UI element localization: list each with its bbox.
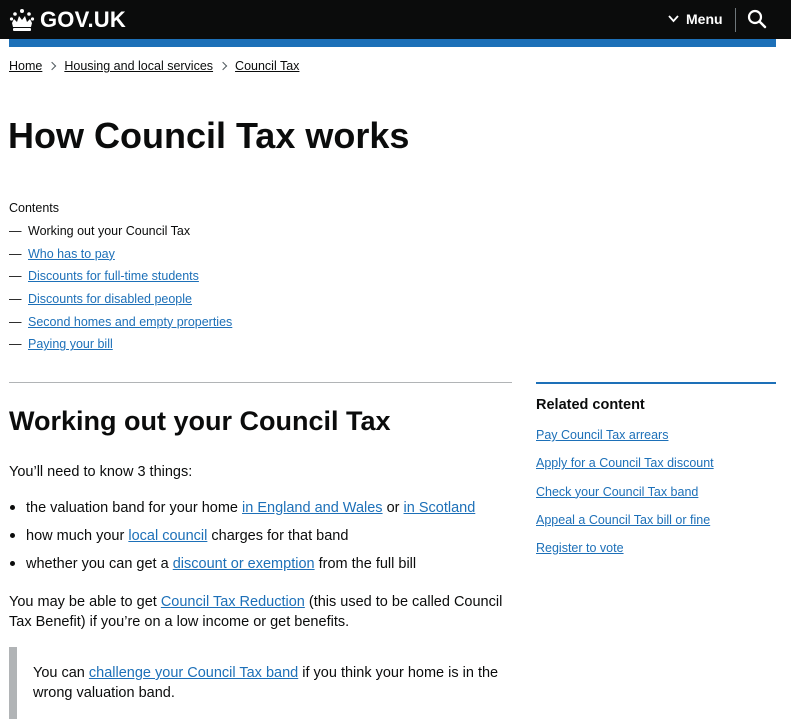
page-title: How Council Tax works xyxy=(8,115,410,156)
govuk-logo-link[interactable]: GOV.UK xyxy=(9,7,126,33)
related-link-check-band[interactable]: Check your Council Tax band xyxy=(536,485,698,499)
related-link-appeal[interactable]: Appeal a Council Tax bill or fine xyxy=(536,513,710,527)
contents-current: Working out your Council Tax xyxy=(28,224,191,238)
contents-link-who-has-to-pay[interactable]: Who has to pay xyxy=(28,247,115,261)
contents-link-students[interactable]: Discounts for full-time students xyxy=(28,269,199,283)
breadcrumb: Home Housing and local services Council … xyxy=(9,59,299,73)
intro-text: You’ll need to know 3 things: xyxy=(9,464,193,480)
menu-button[interactable]: Menu xyxy=(668,11,723,27)
contents-item: — Second homes and empty properties xyxy=(9,314,233,329)
contents-link-disabled[interactable]: Discounts for disabled people xyxy=(28,292,192,306)
chevron-down-icon xyxy=(668,15,679,23)
england-wales-link[interactable]: in England and Wales xyxy=(242,500,383,516)
site-header: GOV.UK Menu xyxy=(0,0,791,39)
menu-label: Menu xyxy=(686,11,723,27)
reduction-paragraph: You may be able to get Council Tax Reduc… xyxy=(9,594,503,630)
challenge-band-link[interactable]: challenge your Council Tax band xyxy=(89,665,298,681)
contents-item: — Who has to pay xyxy=(9,246,115,261)
breadcrumb-housing[interactable]: Housing and local services xyxy=(64,59,213,73)
crown-icon xyxy=(9,9,35,31)
scotland-link[interactable]: in Scotland xyxy=(404,500,476,516)
section-title: Working out your Council Tax xyxy=(9,406,391,436)
list-item: Pay Council Tax arrears xyxy=(536,428,714,456)
header-blue-bar xyxy=(9,39,776,47)
list-item: Appeal a Council Tax bill or fine xyxy=(536,513,714,541)
related-link-arrears[interactable]: Pay Council Tax arrears xyxy=(536,428,668,442)
inset-text: You can challenge your Council Tax band … xyxy=(9,647,514,719)
chevron-right-icon xyxy=(218,61,228,71)
discount-exemption-link[interactable]: discount or exemption xyxy=(173,556,315,572)
header-divider xyxy=(735,8,736,32)
local-council-link[interactable]: local council xyxy=(128,528,207,544)
contents-item: — Discounts for full-time students xyxy=(9,269,199,284)
contents-item: — Discounts for disabled people xyxy=(9,292,192,307)
contents-item: — Paying your bill xyxy=(9,337,113,352)
chevron-right-icon xyxy=(48,61,57,71)
list-item: the valuation band for your home in Engl… xyxy=(9,500,475,528)
search-icon[interactable] xyxy=(747,9,767,29)
related-list: Pay Council Tax arrears Apply for a Coun… xyxy=(536,428,714,569)
list-item: Apply for a Council Tax discount xyxy=(536,456,714,484)
list-item: how much your local council charges for … xyxy=(9,528,475,556)
contents-link-paying[interactable]: Paying your bill xyxy=(28,337,113,351)
logo-text: GOV.UK xyxy=(40,7,126,32)
section-divider xyxy=(9,382,512,383)
related-link-register-vote[interactable]: Register to vote xyxy=(536,541,624,555)
breadcrumb-council-tax[interactable]: Council Tax xyxy=(235,59,299,73)
list-item: whether you can get a discount or exempt… xyxy=(9,556,475,584)
contents-item: — Working out your Council Tax xyxy=(9,224,191,238)
contents-list: — Working out your Council Tax — Who has t… xyxy=(9,224,232,360)
contents-link-second-homes[interactable]: Second homes and empty properties xyxy=(28,315,232,329)
related-title: Related content xyxy=(536,397,645,413)
contents-label: Contents xyxy=(9,201,60,215)
related-divider xyxy=(536,382,776,384)
breadcrumb-home[interactable]: Home xyxy=(9,59,42,73)
list-item: Register to vote xyxy=(536,541,714,569)
list-item: Check your Council Tax band xyxy=(536,485,714,513)
bullet-list: the valuation band for your home in Engl… xyxy=(9,500,475,584)
council-tax-reduction-link[interactable]: Council Tax Reduction xyxy=(161,594,305,610)
related-link-discount[interactable]: Apply for a Council Tax discount xyxy=(536,456,714,470)
